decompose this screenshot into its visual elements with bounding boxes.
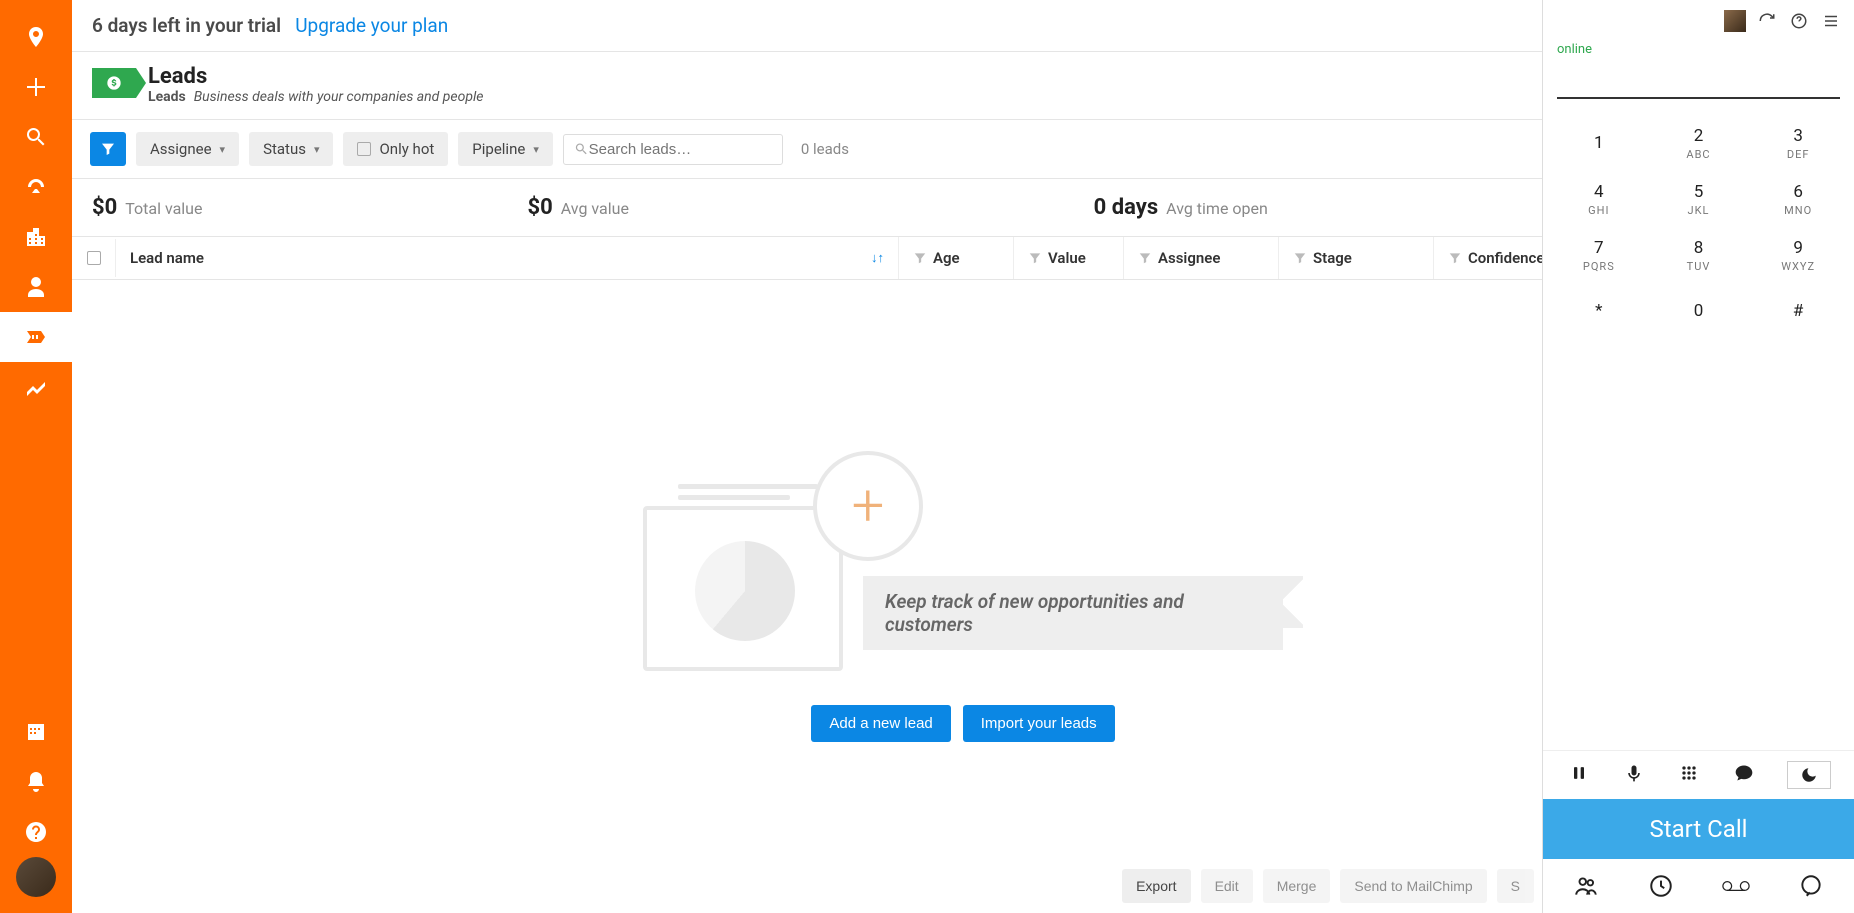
col-checkbox[interactable] [72, 239, 116, 277]
keypad: 12ABC3DEF 4GHI5JKL6MNO 7PQRS8TUV9WXYZ *0# [1543, 115, 1854, 339]
mic-icon[interactable] [1622, 761, 1646, 785]
col-lead-name[interactable]: Lead name↓↑ [116, 237, 899, 279]
keypad-1[interactable]: 1 [1549, 115, 1649, 171]
reports-icon[interactable] [0, 362, 72, 412]
help-icon[interactable] [0, 807, 72, 857]
keypad-*[interactable]: * [1549, 283, 1649, 339]
col-age[interactable]: Age [899, 237, 1014, 279]
plus-circle-icon: + [813, 451, 923, 561]
col-assignee[interactable]: Assignee [1124, 237, 1279, 279]
lead-count: 0 leads [801, 140, 849, 158]
keypad-5[interactable]: 5JKL [1649, 171, 1749, 227]
voicemail-icon[interactable] [1721, 871, 1751, 901]
export-button[interactable]: Export [1122, 869, 1190, 903]
trial-days-text: 6 days left in your trial [92, 14, 281, 37]
search-icon [574, 141, 589, 157]
stat-total-value: $0Total value [92, 195, 528, 220]
chat-icon[interactable] [1732, 761, 1756, 785]
dial-input[interactable] [1557, 65, 1840, 99]
upgrade-link[interactable]: Upgrade your plan [295, 14, 448, 37]
filter-toggle-button[interactable] [90, 132, 126, 166]
pause-icon[interactable] [1567, 761, 1591, 785]
calendar-icon[interactable] [0, 707, 72, 757]
stat-avg-time: 0 daysAvg time open [963, 195, 1399, 220]
contacts-icon[interactable] [1571, 871, 1601, 901]
keypad-#[interactable]: # [1748, 283, 1848, 339]
merge-button[interactable]: Merge [1263, 869, 1331, 903]
keypad-8[interactable]: 8TUV [1649, 227, 1749, 283]
companies-icon[interactable] [0, 212, 72, 262]
edit-button[interactable]: Edit [1201, 869, 1253, 903]
user-avatar[interactable] [16, 857, 56, 897]
logo-icon[interactable] [0, 12, 72, 62]
import-leads-button[interactable]: Import your leads [963, 705, 1115, 742]
assignee-filter[interactable]: Assignee▾ [136, 132, 239, 166]
page-title: Leads [148, 64, 483, 89]
col-stage[interactable]: Stage [1279, 237, 1434, 279]
phone-avatar[interactable] [1724, 10, 1746, 32]
status-filter[interactable]: Status▾ [249, 132, 333, 166]
refresh-icon[interactable] [1756, 10, 1778, 32]
stat-avg-value: $0Avg value [528, 195, 964, 220]
help-circle-icon[interactable] [1788, 10, 1810, 32]
left-sidebar [0, 0, 72, 913]
s-button[interactable]: S [1497, 869, 1534, 903]
keypad-0[interactable]: 0 [1649, 283, 1749, 339]
search-leads-input-wrap[interactable] [563, 134, 783, 165]
keypad-6[interactable]: 6MNO [1748, 171, 1848, 227]
recent-icon[interactable] [1646, 871, 1676, 901]
lead-badge-icon [92, 68, 136, 98]
add-new-lead-button[interactable]: Add a new lead [811, 705, 950, 742]
phone-panel: online 12ABC3DEF 4GHI5JKL6MNO 7PQRS8TUV9WX… [1542, 0, 1854, 913]
keypad-2[interactable]: 2ABC [1649, 115, 1749, 171]
leads-icon[interactable] [0, 312, 72, 362]
col-value[interactable]: Value [1014, 237, 1124, 279]
people-icon[interactable] [0, 262, 72, 312]
page-subtitle: LeadsBusiness deals with your companies … [148, 89, 483, 105]
moon-icon[interactable] [1787, 761, 1831, 789]
dialpad-icon[interactable] [1677, 761, 1701, 785]
messages-icon[interactable] [1796, 871, 1826, 901]
phone-status: online [1543, 42, 1854, 57]
keypad-3[interactable]: 3DEF [1748, 115, 1848, 171]
send-mailchimp-button[interactable]: Send to MailChimp [1340, 869, 1486, 903]
bottom-actions: Export Edit Merge Send to MailChimp S [1122, 869, 1534, 903]
notifications-icon[interactable] [0, 757, 72, 807]
keypad-4[interactable]: 4GHI [1549, 171, 1649, 227]
sort-icon[interactable]: ↓↑ [871, 250, 884, 266]
search-leads-input[interactable] [589, 141, 772, 158]
keypad-9[interactable]: 9WXYZ [1748, 227, 1848, 283]
search-icon[interactable] [0, 112, 72, 162]
dashboard-icon[interactable] [0, 162, 72, 212]
empty-banner: Keep track of new opportunities and cust… [863, 576, 1283, 650]
menu-icon[interactable] [1820, 10, 1842, 32]
only-hot-filter[interactable]: Only hot [343, 132, 448, 166]
start-call-button[interactable]: Start Call [1543, 799, 1854, 859]
keypad-7[interactable]: 7PQRS [1549, 227, 1649, 283]
only-hot-checkbox[interactable] [357, 142, 371, 156]
pipeline-filter[interactable]: Pipeline▾ [458, 132, 553, 166]
add-icon[interactable] [0, 62, 72, 112]
